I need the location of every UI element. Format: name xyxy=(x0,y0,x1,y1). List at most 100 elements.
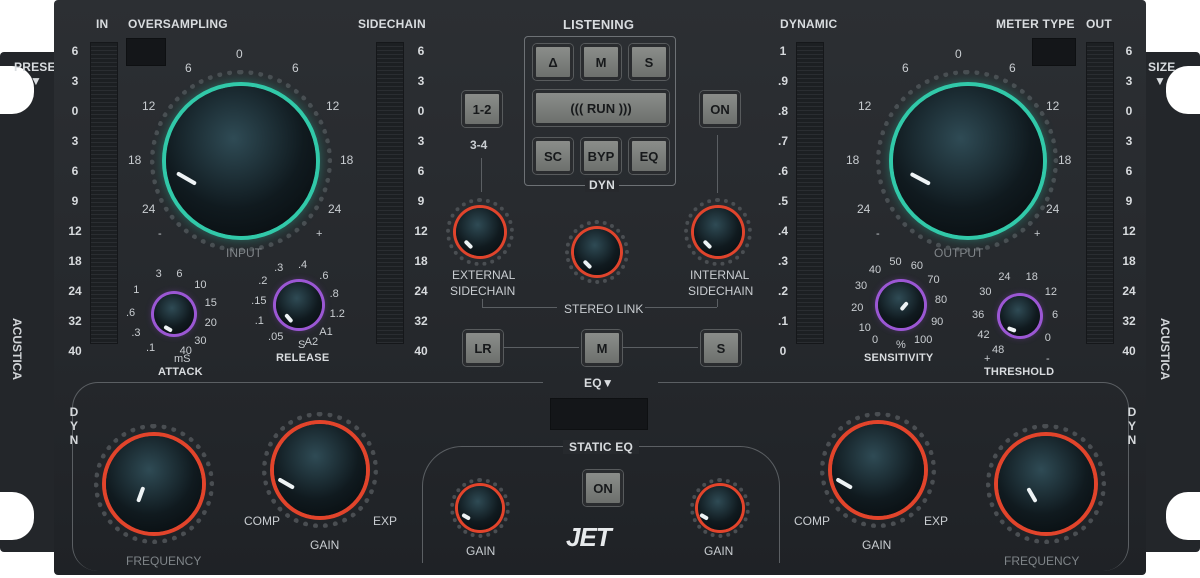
oversampling-selector[interactable] xyxy=(126,38,166,66)
input-plus: + xyxy=(316,228,323,240)
delta-listen-button[interactable]: Δ xyxy=(533,44,573,80)
sensitivity-tick: 90 xyxy=(931,315,944,328)
lr-mode-button[interactable]: LR xyxy=(463,330,503,366)
left-comp-label: COMP xyxy=(244,514,280,528)
release-tick: .8 xyxy=(329,287,339,300)
meter-scale-tick: 40 xyxy=(1122,344,1136,358)
release-knob[interactable] xyxy=(276,282,322,328)
input-knob-tick: 18 xyxy=(128,153,142,167)
meter-scale-tick: 32 xyxy=(1122,314,1136,328)
size-label[interactable]: SIZE xyxy=(1148,60,1175,74)
static-gain-right-knob[interactable] xyxy=(698,486,742,530)
output-knob-tick: 12 xyxy=(1046,99,1060,113)
sensitivity-tick: 80 xyxy=(934,294,948,307)
release-tick: .2 xyxy=(258,275,268,288)
sensitivity-tick: 50 xyxy=(889,256,902,269)
attack-tick: .3 xyxy=(131,327,141,339)
meter-scale-tick: 18 xyxy=(414,254,428,268)
output-knob-label: OUTPUT xyxy=(934,246,984,260)
attack-tick: .1 xyxy=(146,341,156,354)
release-tick: .05 xyxy=(268,330,284,343)
output-knob[interactable] xyxy=(893,86,1043,236)
side-listen-button[interactable]: S xyxy=(629,44,669,80)
left-gain-knob[interactable] xyxy=(274,424,366,516)
right-gain-knob[interactable] xyxy=(832,424,924,516)
static-gain-left-knob[interactable] xyxy=(458,486,502,530)
input-knob-tick: 12 xyxy=(326,99,340,113)
presets-arrow-icon[interactable]: ▼ xyxy=(30,74,42,88)
meter-scale-tick: 3 xyxy=(71,134,79,148)
right-frequency-label: FREQUENCY xyxy=(1004,554,1080,568)
meter-scale-tick: 12 xyxy=(414,224,428,238)
dyn-group-label: DYN xyxy=(585,178,619,192)
release-tick: A1 xyxy=(319,326,333,339)
sidechain-channel-button[interactable]: 1-2 xyxy=(462,91,502,127)
meter-scale-tick: .7 xyxy=(777,134,788,148)
internal-label: INTERNAL xyxy=(690,268,750,282)
threshold-knob[interactable] xyxy=(1000,296,1040,336)
listening-label: LISTENING xyxy=(563,17,635,32)
meter-scale-tick: 12 xyxy=(1122,224,1136,238)
left-frequency-knob[interactable] xyxy=(106,436,202,532)
right-comp-label: COMP xyxy=(794,514,830,528)
eq-display xyxy=(550,398,648,430)
meter-scale-tick: 18 xyxy=(68,254,82,268)
eq-listen-button[interactable]: EQ xyxy=(629,138,669,174)
sensitivity-tick: 10 xyxy=(858,322,871,335)
left-frequency-label: FREQUENCY xyxy=(126,554,202,568)
attack-tick: .6 xyxy=(126,307,136,319)
attack-tick: 15 xyxy=(204,296,217,309)
meter-scale-tick: 9 xyxy=(1125,194,1133,208)
sensitivity-tick: 60 xyxy=(910,259,923,272)
left-exp-label: EXP xyxy=(373,514,398,528)
bypass-listen-button[interactable]: BYP xyxy=(581,138,621,174)
release-tick: .4 xyxy=(297,258,308,271)
input-meter xyxy=(90,42,118,344)
attack-tick: 6 xyxy=(176,268,183,281)
external-sidechain-knob[interactable] xyxy=(456,208,504,256)
static-gain-left-label: GAIN xyxy=(466,544,496,558)
connector-line xyxy=(717,135,718,193)
out-meter-label: OUT xyxy=(1086,17,1112,31)
release-unit: S xyxy=(298,339,306,351)
meter-scale-tick: 32 xyxy=(68,314,82,328)
run-button[interactable]: ((( RUN ))) xyxy=(533,90,669,126)
meter-scale-tick: 3 xyxy=(1125,74,1133,88)
right-frequency-knob[interactable] xyxy=(998,436,1094,532)
size-arrow-icon[interactable]: ▼ xyxy=(1154,74,1166,88)
meter-scale-tick: 0 xyxy=(71,104,79,118)
sidechain-meter xyxy=(376,42,404,344)
threshold-tick: 36 xyxy=(972,309,985,321)
output-knob-tick: 12 xyxy=(858,99,872,113)
sensitivity-label: SENSITIVITY xyxy=(864,352,934,364)
meter-scale-tick: 6 xyxy=(417,44,425,58)
mid-listen-button[interactable]: M xyxy=(581,44,621,80)
release-tick: .3 xyxy=(274,261,284,274)
meter-type-selector[interactable] xyxy=(1032,38,1076,66)
meter-scale-tick: 0 xyxy=(1125,104,1133,118)
external-label: EXTERNAL xyxy=(452,268,516,282)
stereo-link-knob[interactable] xyxy=(574,229,620,275)
meter-scale-tick: 6 xyxy=(71,44,79,58)
internal-sidechain-knob[interactable] xyxy=(694,208,742,256)
eq-menu[interactable]: EQ▼ xyxy=(584,376,614,390)
attack-tick: 10 xyxy=(194,278,207,291)
internal-sidechain-on-button[interactable]: ON xyxy=(700,91,740,127)
brand-label: ACUSTICA xyxy=(1158,318,1172,380)
meter-scale-tick: 9 xyxy=(71,194,79,208)
threshold-plus: + xyxy=(984,353,991,365)
oversampling-label: OVERSAMPLING xyxy=(128,17,228,31)
input-knob-tick: 24 xyxy=(328,202,342,216)
dynamic-meter-label: DYNAMIC xyxy=(780,17,838,31)
meter-scale-tick: 1 xyxy=(779,44,787,58)
brand-label: ACUSTICA xyxy=(10,318,24,380)
m-mode-button[interactable]: M xyxy=(582,330,622,366)
sensitivity-tick: 40 xyxy=(868,263,882,276)
input-knob-tick: 12 xyxy=(142,99,156,113)
attack-knob[interactable] xyxy=(154,294,194,334)
static-eq-on-button[interactable]: ON xyxy=(583,470,623,506)
s-mode-button[interactable]: S xyxy=(701,330,741,366)
output-knob-tick: 24 xyxy=(1046,202,1060,216)
input-knob[interactable] xyxy=(166,86,316,236)
sidechain-listen-button[interactable]: SC xyxy=(533,138,573,174)
